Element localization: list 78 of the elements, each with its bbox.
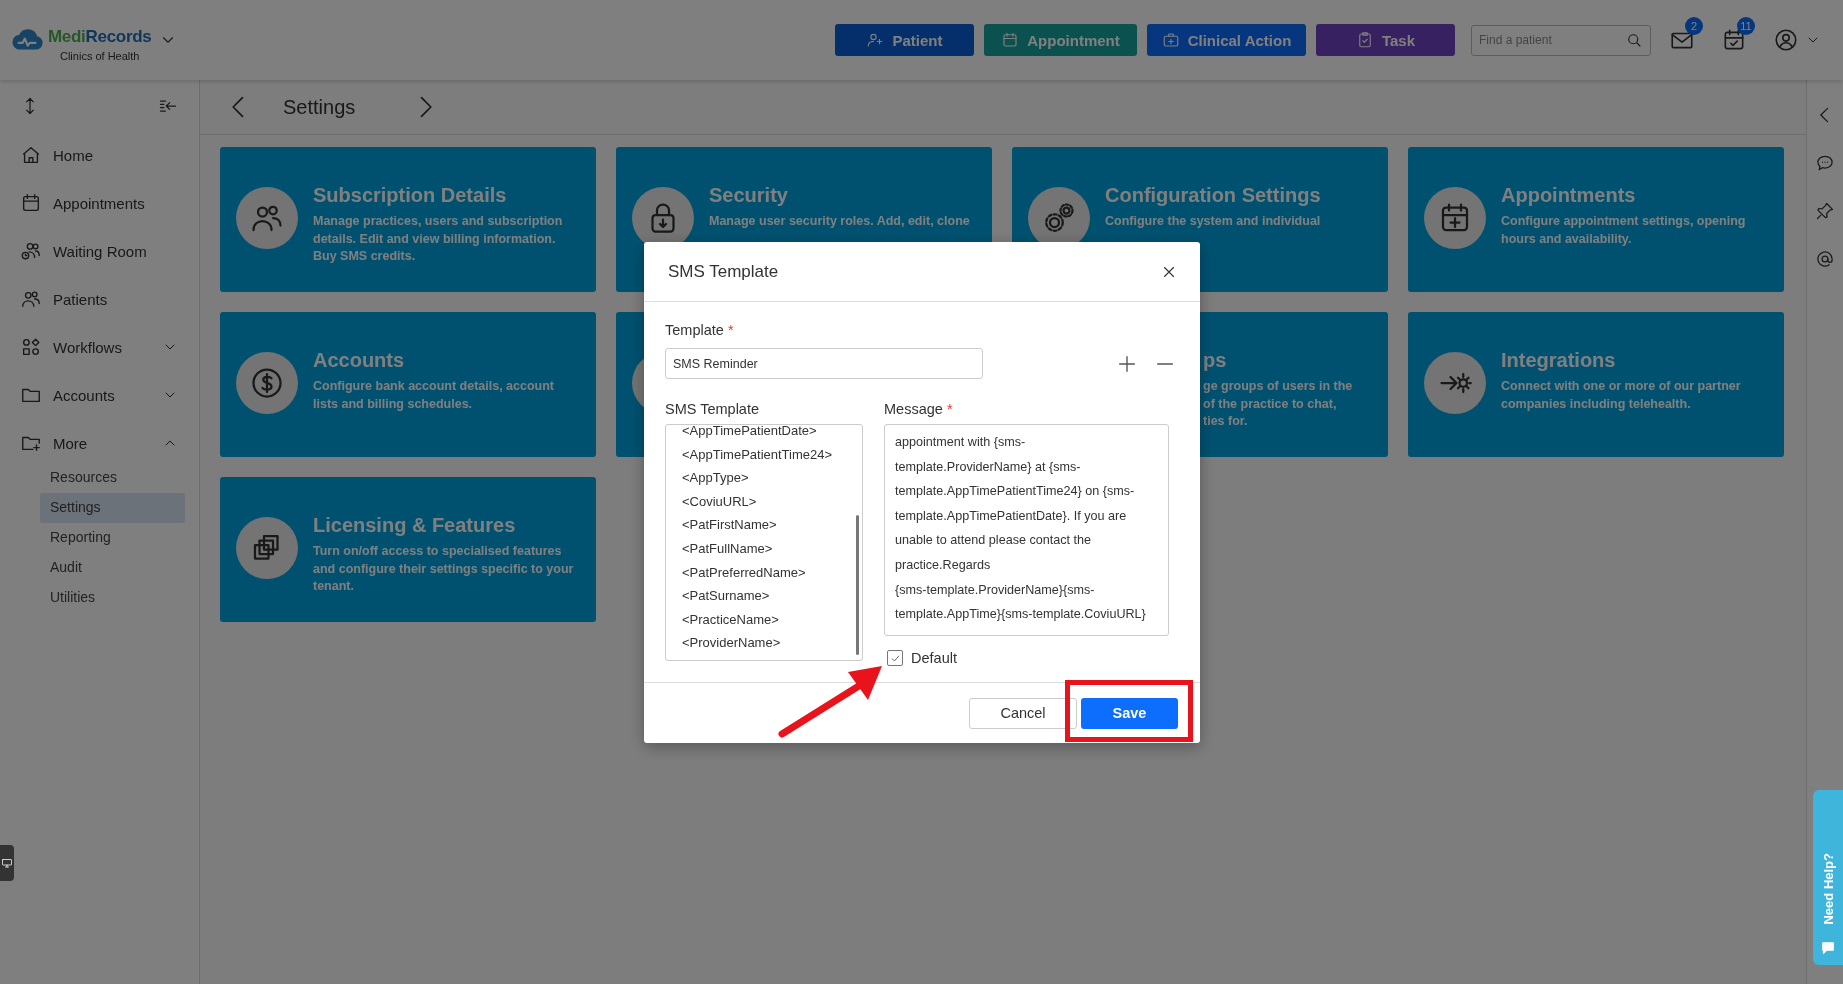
card-description: Configure bank account details, account lists and billing schedules. <box>313 378 555 413</box>
page-title: Settings <box>283 95 356 119</box>
variable-item[interactable]: <AppType> <box>682 466 862 490</box>
people-clock-icon <box>20 240 42 262</box>
template-field[interactable]: SMS Reminder <box>665 348 983 379</box>
card-title: Licensing & Features <box>313 513 517 537</box>
field-label: Message * <box>884 400 954 419</box>
calendar-icon <box>1001 31 1020 49</box>
message-field[interactable]: appointment with {sms-template.ProviderName} at {sms-template.AppTimePatientTime24} on {sms-template.AppTimePatientDate}. If you are unable to attend please contact the practice.Regards {sms-template.ProviderName}{sms-template.AppTime}{sms-template.CoviuURL} <box>884 424 1169 636</box>
submenu-item[interactable]: Reporting <box>40 523 185 553</box>
appointment-button[interactable]: Appointment <box>984 24 1137 56</box>
side-tab[interactable] <box>0 845 14 881</box>
user-plus-icon <box>866 31 885 49</box>
cancel-button[interactable]: Cancel <box>969 697 1077 729</box>
people-icon <box>20 288 42 310</box>
card-title: Subscription Details <box>313 183 508 207</box>
dialog-title: SMS Template <box>668 261 779 282</box>
card-title: Security <box>709 183 789 207</box>
nav-item[interactable]: Home <box>53 146 178 164</box>
nav-item[interactable]: Patients <box>53 290 178 308</box>
nav-item[interactable]: Waiting Room <box>53 242 178 260</box>
card-description: Configure appointment settings, opening hours and availability. <box>1501 213 1747 248</box>
shapes-icon <box>20 336 42 358</box>
home-icon <box>20 144 42 166</box>
submenu-item[interactable]: Audit <box>40 553 185 583</box>
need-help-tab[interactable]: Need Help? <box>1813 790 1843 965</box>
submenu-item[interactable]: Settings <box>40 493 185 523</box>
submenu-item[interactable]: Utilities <box>40 583 185 613</box>
card-title: Integrations <box>1501 348 1617 372</box>
settings-card[interactable]: Accounts Configure bank account details, account lists and billing schedules. <box>220 312 596 457</box>
nav-item[interactable]: Accounts <box>53 386 151 404</box>
monitor-icon <box>1 857 13 869</box>
pin-icon[interactable] <box>1815 201 1835 221</box>
card-description: Manage practices, users and subscription details. Edit and view billing information. Buy SMS credits. <box>313 213 564 265</box>
brand-logo[interactable]: MediRecords <box>48 26 152 47</box>
card-title: Accounts <box>313 348 406 372</box>
nav-item[interactable]: Appointments <box>53 194 178 212</box>
variable-item[interactable]: <CoviuURL> <box>682 489 862 514</box>
variable-item[interactable]: <PatSurname> <box>682 584 862 608</box>
variable-item[interactable]: <PatFullName> <box>682 536 862 561</box>
card-description: Configure the system and individual <box>1105 213 1321 230</box>
card-description: Turn on/off access to specialised features and configure their settings specific to your tenant. <box>313 543 575 595</box>
clinical-action-button[interactable]: Clinical Action <box>1147 24 1306 56</box>
card-description: Connect with one or more of our partner companies including telehealth. <box>1501 378 1742 413</box>
at-sign-icon[interactable] <box>1815 249 1835 269</box>
chat-bubble-icon <box>1819 939 1837 957</box>
checkbox-label: Default <box>911 650 957 666</box>
variable-item[interactable]: <PatPreferredName> <box>682 560 862 585</box>
medical-kit-icon <box>1161 31 1180 49</box>
scrollbar-thumb[interactable] <box>856 515 859 655</box>
nav-item[interactable]: More <box>53 434 151 452</box>
user-avatar-icon[interactable] <box>1773 27 1799 53</box>
variable-item[interactable]: <ProviderName> <box>682 631 862 655</box>
submenu-item[interactable]: Resources <box>40 463 185 493</box>
count-badge: 11 <box>1737 17 1755 35</box>
field-label: Template * <box>665 321 735 340</box>
variable-item[interactable]: <PracticeName> <box>682 607 862 632</box>
comment-icon[interactable] <box>1815 153 1835 173</box>
variable-item[interactable]: <AppTimePatientDate> <box>682 425 862 443</box>
variable-item[interactable]: <PatFirstName> <box>682 513 862 537</box>
count-badge: 2 <box>1685 17 1703 35</box>
card-title: ps <box>1203 348 1228 372</box>
settings-card[interactable]: Licensing & Features Turn on/off access to specialised features and configure their settings specific to your tenant. <box>220 477 596 622</box>
save-button[interactable]: Save <box>1081 697 1178 729</box>
task-button[interactable]: Task <box>1316 24 1455 56</box>
card-title: Appointments <box>1501 183 1637 207</box>
clinic-name: Clinics of Health <box>60 49 140 62</box>
patient-search-field[interactable]: Find a patient <box>1471 24 1651 56</box>
card-title: Configuration Settings <box>1105 183 1321 207</box>
nav-item[interactable]: Workflows <box>53 338 151 356</box>
variable-item[interactable]: <AppTimePatientTime24> <box>682 442 862 467</box>
card-description: ge groups of users in the of the practice to chat, ties for. <box>1203 378 1353 430</box>
default-checkbox[interactable] <box>887 650 903 666</box>
patient-button[interactable]: Patient <box>835 24 974 56</box>
calendar-icon <box>20 192 42 214</box>
field-label: SMS Template <box>665 400 761 419</box>
card-description: Manage user security roles. Add, edit, clone <box>709 213 970 230</box>
settings-card[interactable]: Integrations Connect with one or more of our partner companies including telehealth. <box>1408 312 1784 457</box>
